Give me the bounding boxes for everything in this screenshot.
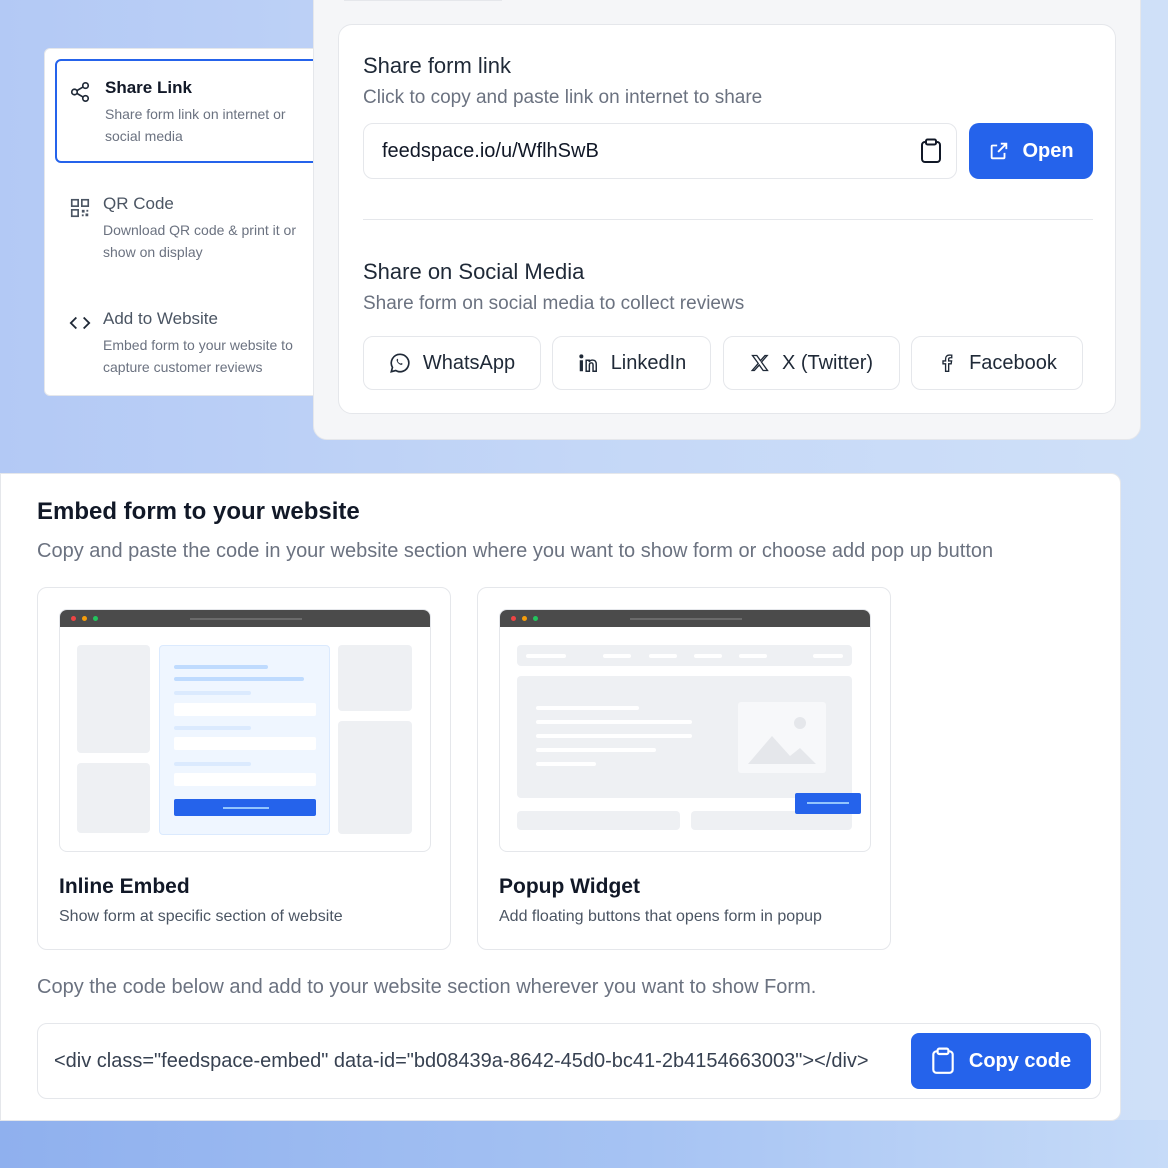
whatsapp-label: WhatsApp xyxy=(422,351,516,374)
divider xyxy=(363,219,1093,220)
browser-bar xyxy=(60,610,430,627)
share-icon xyxy=(70,82,90,102)
inline-embed-desc: Show form at specific section of website xyxy=(59,908,343,925)
facebook-button[interactable]: Facebook xyxy=(911,336,1083,390)
menu-item-desc-line1: Embed form to your website to xyxy=(103,337,293,353)
panel-tab-underline xyxy=(344,0,502,1)
facebook-icon xyxy=(942,354,953,372)
linkedin-label: LinkedIn xyxy=(610,351,687,374)
linkedin-icon xyxy=(579,354,597,372)
embed-section: Embed form to your website Copy and past… xyxy=(0,473,1121,1121)
open-link-button[interactable]: Open xyxy=(969,123,1093,179)
x-twitter-label: X (Twitter) xyxy=(781,351,874,374)
embed-title: Embed form to your website xyxy=(37,498,360,525)
code-label: Copy the code below and add to your webs… xyxy=(37,976,817,998)
browser-bar xyxy=(500,610,870,627)
menu-item-desc-line2: social media xyxy=(105,128,183,144)
inline-embed-preview xyxy=(59,609,431,852)
menu-item-title: QR Code xyxy=(103,194,174,213)
share-options-menu: Share Link Share form link on internet o… xyxy=(44,48,344,396)
code-icon xyxy=(69,316,91,330)
clipboard-icon xyxy=(932,1047,954,1074)
popup-widget-desc: Add floating buttons that opens form in … xyxy=(499,908,822,925)
open-button-label: Open xyxy=(1022,139,1074,162)
share-title: Share form link xyxy=(363,53,511,78)
clipboard-icon[interactable] xyxy=(920,138,942,164)
popup-widget-title: Popup Widget xyxy=(499,875,640,898)
menu-item-share-link[interactable]: Share Link Share form link on internet o… xyxy=(55,59,343,163)
linkedin-button[interactable]: LinkedIn xyxy=(552,336,711,390)
menu-item-title: Add to Website xyxy=(103,309,218,328)
popup-widget-option[interactable]: Popup Widget Add floating buttons that o… xyxy=(477,587,891,950)
menu-item-desc-line2: show on display xyxy=(103,244,203,260)
popup-widget-preview xyxy=(499,609,871,852)
menu-item-desc-line2: capture customer reviews xyxy=(103,359,263,375)
menu-item-title: Share Link xyxy=(105,78,192,97)
copy-code-label: Copy code xyxy=(968,1049,1072,1072)
inline-embed-title: Inline Embed xyxy=(59,875,190,898)
menu-item-qr-code[interactable]: QR Code Download QR code & print it or s… xyxy=(55,175,343,279)
inline-embed-option[interactable]: Inline Embed Show form at specific secti… xyxy=(37,587,451,950)
share-link-value: feedspace.io/u/WflhSwB xyxy=(382,140,599,162)
menu-item-desc-line1: Download QR code & print it or xyxy=(103,222,296,238)
image-placeholder-icon xyxy=(738,702,826,773)
facebook-label: Facebook xyxy=(969,351,1057,374)
x-twitter-icon xyxy=(750,354,769,372)
share-link-field[interactable]: feedspace.io/u/WflhSwB xyxy=(363,123,957,179)
whatsapp-button[interactable]: WhatsApp xyxy=(363,336,541,390)
external-link-icon xyxy=(991,142,1008,160)
x-twitter-button[interactable]: X (Twitter) xyxy=(723,336,900,390)
menu-item-desc-line1: Share form link on internet or xyxy=(105,106,286,122)
social-title: Share on Social Media xyxy=(363,259,585,284)
whatsapp-icon xyxy=(389,353,410,373)
popup-floating-button xyxy=(795,793,861,814)
copy-code-button[interactable]: Copy code xyxy=(911,1033,1091,1089)
social-subtitle: Share form on social media to collect re… xyxy=(363,293,745,314)
menu-item-add-to-website[interactable]: Add to Website Embed form to your websit… xyxy=(55,290,343,394)
background-band xyxy=(0,1120,1168,1168)
share-link-card: Share form link Click to copy and paste … xyxy=(338,24,1116,414)
embed-code-field[interactable]: <div class="feedspace-embed" data-id="bd… xyxy=(37,1023,1101,1099)
embed-subtitle: Copy and paste the code in your website … xyxy=(37,540,994,562)
share-subtitle: Click to copy and paste link on internet… xyxy=(363,87,763,108)
embed-code-value: <div class="feedspace-embed" data-id="bd… xyxy=(54,1050,869,1072)
qr-code-icon xyxy=(70,198,90,218)
